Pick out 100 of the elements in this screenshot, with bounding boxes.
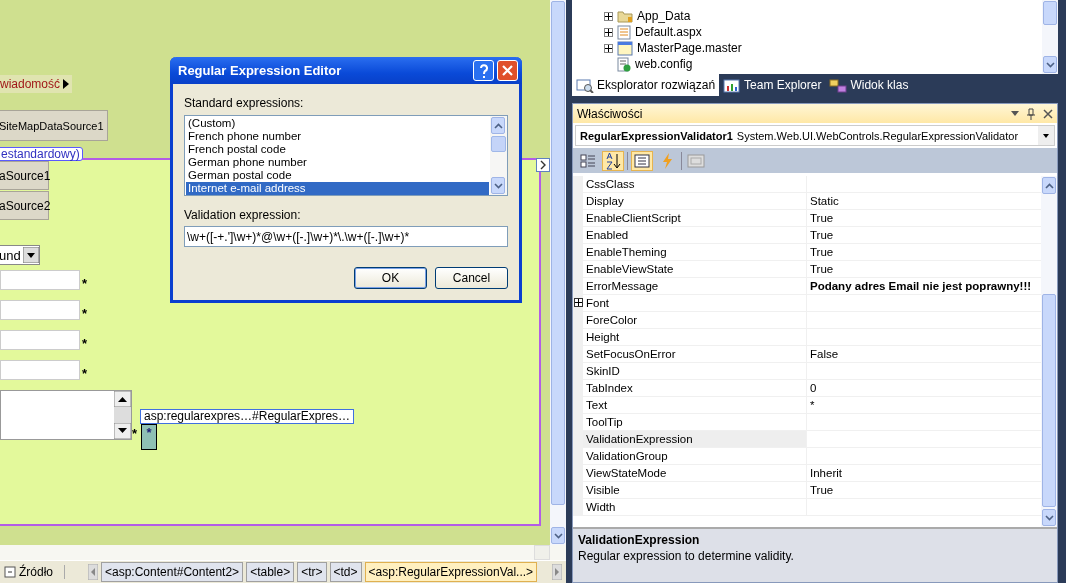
property-name[interactable]: Text bbox=[583, 397, 807, 414]
class-diagram-icon bbox=[829, 77, 848, 93]
arrow-up-icon[interactable] bbox=[114, 391, 131, 407]
property-name[interactable]: EnableClientScript bbox=[583, 210, 807, 227]
scrollbar[interactable] bbox=[1042, 0, 1058, 74]
property-name[interactable]: EnableTheming bbox=[583, 244, 807, 261]
arrow-left-icon[interactable] bbox=[88, 564, 98, 580]
breadcrumb-tag[interactable]: <asp:RegularExpressionVal...> bbox=[364, 562, 538, 582]
dropdown-arrow-icon[interactable] bbox=[1011, 111, 1019, 116]
close-button[interactable] bbox=[497, 60, 518, 81]
tree-item[interactable]: App_Data bbox=[604, 8, 1042, 24]
panel-tab[interactable]: Eksplorator rozwiązań bbox=[572, 74, 720, 96]
content-tag[interactable]: estandardowy) bbox=[0, 147, 83, 161]
scrollbar[interactable] bbox=[0, 545, 566, 560]
property-name[interactable]: Enabled bbox=[583, 227, 807, 244]
list-option[interactable]: German phone number bbox=[186, 156, 489, 169]
breadcrumb-tag[interactable]: <asp:Content#Content2> bbox=[101, 562, 244, 582]
panel-tab[interactable]: Team Explorer bbox=[719, 74, 826, 96]
validator-control[interactable]: * bbox=[141, 424, 157, 450]
properties-button[interactable] bbox=[631, 150, 653, 171]
source-tab[interactable]: Źródło bbox=[19, 565, 53, 579]
expand-icon[interactable] bbox=[604, 11, 613, 21]
scrollbar[interactable] bbox=[490, 116, 507, 195]
help-button[interactable] bbox=[473, 60, 494, 81]
required-mark: * bbox=[82, 276, 88, 291]
expression-field[interactable]: \w+([-+.']\w+)*@\w+([-.]\w+)*\.\w+([-.]\w+)* bbox=[184, 226, 508, 247]
cancel-button[interactable]: Cancel bbox=[435, 267, 508, 289]
list-option[interactable]: Internet e-mail address bbox=[186, 182, 489, 195]
text-field[interactable] bbox=[0, 360, 80, 380]
scroll-thumb[interactable] bbox=[491, 136, 506, 152]
datasource-control[interactable]: aSource1 bbox=[0, 161, 49, 190]
list-option[interactable]: French phone number bbox=[186, 130, 489, 143]
scrollbar[interactable] bbox=[550, 0, 566, 545]
expand-button[interactable] bbox=[536, 158, 550, 172]
source-view-icon[interactable] bbox=[4, 566, 16, 578]
property-name[interactable]: Display bbox=[583, 193, 807, 210]
property-name[interactable]: ViewStateMode bbox=[583, 465, 807, 482]
lightning-icon bbox=[661, 152, 673, 169]
smart-tag[interactable]: asp:regularexpres…#RegularExpres… bbox=[140, 409, 355, 424]
breadcrumb-tag[interactable]: <tr> bbox=[297, 562, 327, 582]
scroll-thumb[interactable] bbox=[1042, 294, 1056, 507]
validation-expression-label: Validation expression: bbox=[184, 208, 302, 222]
categorized-icon bbox=[580, 152, 596, 169]
tree-item[interactable]: web.config bbox=[604, 56, 1042, 72]
breadcrumb-tag[interactable]: <table> bbox=[246, 562, 295, 582]
pin-icon[interactable] bbox=[1027, 107, 1035, 120]
list-option[interactable]: French postal code bbox=[186, 143, 489, 156]
property-value[interactable]: False bbox=[807, 346, 1041, 363]
datasource-control[interactable]: aSource2 bbox=[0, 191, 49, 220]
property-name[interactable]: Width bbox=[583, 499, 807, 516]
property-name[interactable]: Visible bbox=[583, 482, 807, 499]
property-value[interactable]: True bbox=[807, 261, 1041, 278]
tree-item[interactable]: Default.aspx bbox=[604, 24, 1042, 40]
required-mark: * bbox=[132, 426, 138, 441]
property-value[interactable]: True bbox=[807, 244, 1041, 261]
arrow-down-icon[interactable] bbox=[114, 423, 131, 439]
arrow-right-icon[interactable] bbox=[552, 564, 562, 580]
chart-window-icon bbox=[723, 77, 742, 93]
property-name[interactable]: Font bbox=[583, 295, 807, 312]
scroll-thumb[interactable] bbox=[551, 1, 565, 505]
list-option[interactable]: German postal code bbox=[186, 169, 489, 182]
datasource-control[interactable]: SiteMapDataSource1 bbox=[0, 110, 108, 141]
sort-button[interactable] bbox=[602, 150, 624, 171]
property-value[interactable]: True bbox=[807, 482, 1041, 499]
menu-item[interactable]: wiadomość bbox=[0, 75, 73, 93]
scrollbar[interactable] bbox=[1041, 176, 1057, 527]
property-value[interactable]: Podany adres Email nie jest poprawny!!! bbox=[807, 278, 1041, 295]
sort-icon bbox=[605, 151, 621, 170]
window-icon bbox=[617, 40, 633, 56]
ok-button[interactable]: OK bbox=[354, 267, 427, 289]
property-name[interactable]: ForeColor bbox=[583, 312, 807, 329]
text-field[interactable] bbox=[0, 270, 80, 290]
property-name[interactable]: ToolTip bbox=[583, 414, 807, 431]
list-icon bbox=[634, 153, 650, 168]
property-name[interactable]: ValidationGroup bbox=[583, 448, 807, 465]
list-option[interactable]: (Custom) bbox=[186, 117, 489, 130]
object-selector[interactable]: RegularExpressionValidator1 System.Web.UI.WebControls.RegularExpressionValidator bbox=[575, 125, 1055, 146]
text-field[interactable] bbox=[0, 300, 80, 320]
property-name[interactable]: EnableViewState bbox=[583, 261, 807, 278]
property-value[interactable]: Static bbox=[807, 193, 1041, 210]
text-field[interactable] bbox=[0, 330, 80, 350]
property-name[interactable]: SkinID bbox=[583, 363, 807, 380]
tree-item[interactable]: MasterPage.master bbox=[604, 40, 1042, 56]
expand-icon[interactable] bbox=[604, 43, 613, 53]
scroll-thumb[interactable] bbox=[1043, 1, 1057, 25]
property-name[interactable]: Height bbox=[583, 329, 807, 346]
property-name[interactable]: CssClass bbox=[583, 176, 807, 193]
dropdown[interactable]: und bbox=[0, 245, 40, 265]
property-name[interactable]: SetFocusOnError bbox=[583, 346, 807, 363]
expand-icon[interactable] bbox=[604, 27, 613, 37]
panel-tab[interactable]: Widok klas bbox=[825, 74, 913, 96]
property-value[interactable]: * bbox=[807, 397, 1041, 414]
property-name[interactable]: TabIndex bbox=[583, 380, 807, 397]
property-value[interactable]: True bbox=[807, 210, 1041, 227]
breadcrumb-tag[interactable]: <td> bbox=[329, 562, 362, 582]
property-value[interactable]: Inherit bbox=[807, 465, 1041, 482]
close-icon[interactable] bbox=[1043, 108, 1053, 119]
property-name[interactable]: ErrorMessage bbox=[583, 278, 807, 295]
property-value[interactable]: 0 bbox=[807, 380, 1041, 397]
property-value[interactable]: True bbox=[807, 227, 1041, 244]
